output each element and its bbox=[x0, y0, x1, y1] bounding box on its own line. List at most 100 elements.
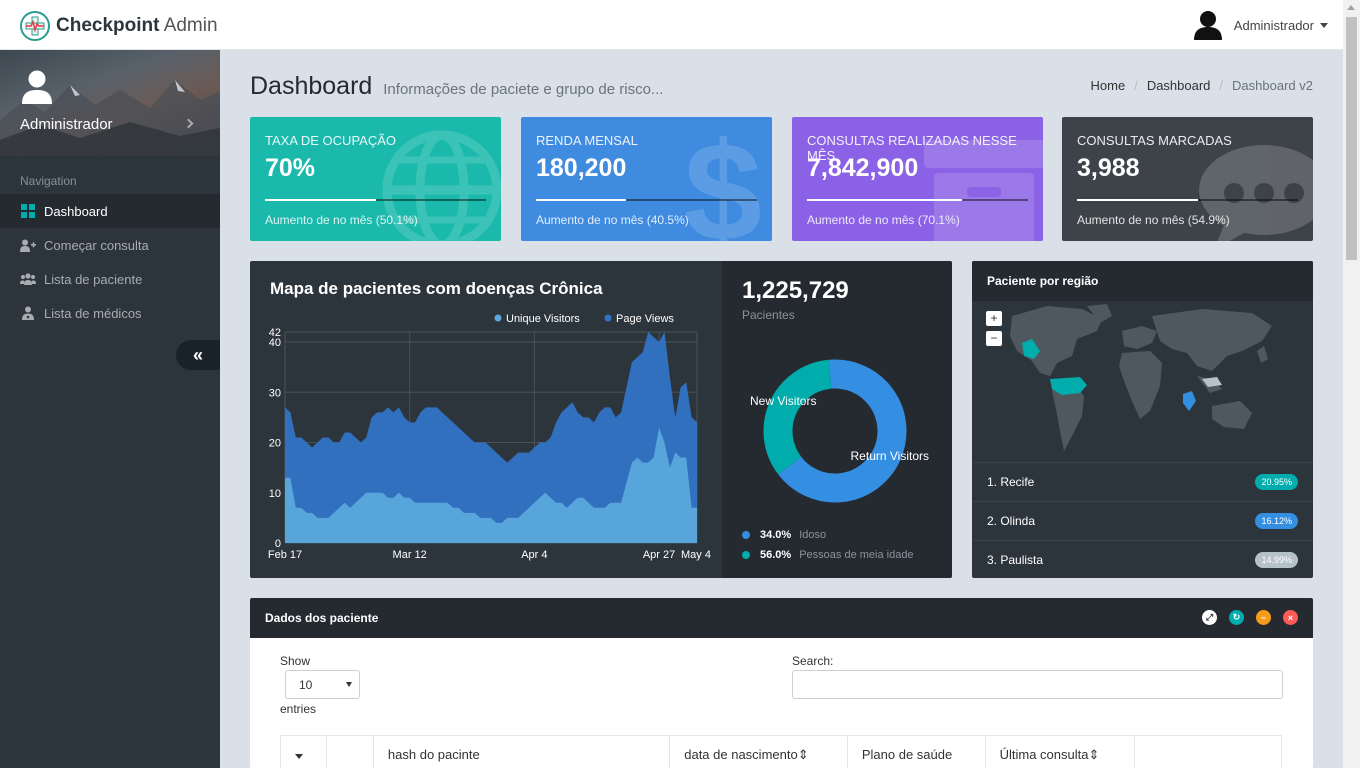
region-row[interactable]: 3. Paulista 14.99% bbox=[972, 540, 1313, 578]
widget-progress bbox=[265, 199, 486, 201]
region-panel: Paciente por região + − 1. Recife 20.95% bbox=[972, 261, 1313, 578]
zoom-in-button[interactable]: + bbox=[986, 311, 1002, 326]
close-icon[interactable]: × bbox=[1283, 610, 1298, 625]
heartbeat-logo-icon bbox=[20, 11, 50, 41]
sidebar: Administrador Navigation Dashboard Começ… bbox=[0, 50, 220, 768]
users-icon bbox=[20, 272, 36, 286]
column-header-nascimento[interactable]: data de nascimento⇕ bbox=[670, 736, 848, 768]
region-badge: 20.95% bbox=[1255, 474, 1298, 490]
patients-total: 1,225,729 bbox=[742, 277, 849, 304]
user-name: Administrador bbox=[1233, 17, 1314, 33]
column-header-blank[interactable] bbox=[327, 736, 374, 768]
profile-avatar-icon bbox=[22, 70, 52, 104]
sidebar-item-label: Começar consulta bbox=[44, 237, 149, 253]
y-tick-label: 20 bbox=[269, 438, 281, 450]
stat-widget-consultas: CONSULTAS REALIZADAS NESSE MÊS 7,842,900… bbox=[792, 117, 1043, 241]
breadcrumb-dashboard[interactable]: Dashboard bbox=[1147, 78, 1211, 93]
widget-value: 70% bbox=[265, 154, 316, 182]
sort-icon: ⇕ bbox=[1088, 747, 1100, 762]
widget-label: RENDA MENSAL bbox=[536, 133, 638, 148]
x-tick-label: Apr 27 bbox=[643, 549, 675, 561]
legend-pct: 34.0% bbox=[760, 529, 792, 541]
donut-label: New Visitors bbox=[750, 394, 816, 408]
legend-meia-idade: 56.0% Pessoas de meia idade bbox=[742, 549, 914, 561]
doctor-icon bbox=[20, 306, 36, 320]
brand[interactable]: Checkpoint Admin bbox=[20, 11, 218, 41]
widget-desc: Aumento de no mês (70.1%) bbox=[807, 213, 960, 227]
widget-value: 180,200 bbox=[536, 154, 627, 182]
page-title: Dashboard Informações de paciete e grupo… bbox=[250, 72, 663, 101]
legend-label: Idoso bbox=[799, 529, 827, 541]
table-panel-header: Dados dos paciente ⤢ ↻ − × bbox=[250, 598, 1313, 638]
region-name: 3. Paulista bbox=[987, 553, 1044, 567]
nav-header: Navigation bbox=[20, 174, 77, 188]
sidebar-item-lista-medicos[interactable]: Lista de médicos bbox=[0, 296, 220, 330]
region-row[interactable]: 2. Olinda 16.12% bbox=[972, 501, 1313, 540]
region-badge: 16.12% bbox=[1255, 513, 1298, 529]
collapse-icon[interactable]: − bbox=[1256, 610, 1271, 625]
sidebar-item-label: Lista de médicos bbox=[44, 305, 142, 321]
stat-widget-marcadas: CONSULTAS MARCADAS 3,988 Aumento de no m… bbox=[1062, 117, 1313, 241]
scroll-thumb[interactable] bbox=[1346, 17, 1357, 260]
column-header-plano[interactable]: Plano de saúde bbox=[848, 736, 986, 768]
sidebar-item-label: Lista de paciente bbox=[44, 271, 143, 287]
entries-label: entries bbox=[280, 702, 317, 716]
breadcrumb-home[interactable]: Home bbox=[1091, 78, 1126, 93]
column-header-actions[interactable] bbox=[1135, 736, 1281, 768]
region-badge: 14.99% bbox=[1255, 552, 1298, 568]
donut-slice-new-visitors bbox=[763, 359, 832, 475]
world-map[interactable]: + − bbox=[972, 301, 1313, 462]
x-tick-label: Apr 4 bbox=[521, 549, 547, 561]
y-tick-label: 10 bbox=[269, 488, 281, 500]
column-header-expand[interactable] bbox=[281, 736, 327, 768]
legend-label: Pessoas de meia idade bbox=[799, 549, 914, 561]
region-name: 2. Olinda bbox=[987, 514, 1036, 528]
sidebar-item-dashboard[interactable]: Dashboard bbox=[0, 194, 220, 228]
profile-name: Administrador bbox=[20, 116, 113, 133]
widget-label: CONSULTAS MARCADAS bbox=[1077, 133, 1232, 148]
region-panel-title: Paciente por região bbox=[972, 261, 1313, 301]
search-label: Search: bbox=[792, 654, 834, 668]
legend-unique-visitors-dot bbox=[494, 314, 502, 322]
zoom-out-button[interactable]: − bbox=[986, 331, 1002, 346]
user-plus-icon bbox=[20, 238, 36, 252]
panel-tools: ⤢ ↻ − × bbox=[1190, 610, 1298, 625]
page-title-text: Dashboard bbox=[250, 72, 373, 100]
column-label: Última consulta bbox=[999, 747, 1089, 762]
column-header-hash[interactable]: hash do pacinte bbox=[374, 736, 671, 768]
caret-down-icon bbox=[1320, 22, 1328, 28]
expand-icon[interactable]: ⤢ bbox=[1202, 610, 1217, 625]
sidebar-item-comecar-consulta[interactable]: Começar consulta bbox=[0, 228, 220, 262]
region-row[interactable]: 1. Recife 20.95% bbox=[972, 462, 1313, 501]
region-name: 1. Recife bbox=[987, 475, 1035, 489]
show-label: Show bbox=[280, 654, 311, 668]
stat-widget-ocupacao: TAXA DE OCUPAÇÃO 70% Aumento de no mês (… bbox=[250, 117, 501, 241]
column-label: data de nascimento bbox=[684, 747, 798, 762]
brand-suffix: Admin bbox=[163, 15, 218, 36]
scroll-up-icon[interactable] bbox=[1347, 5, 1355, 10]
page-subtitle: Informações de paciete e grupo de risco.… bbox=[383, 81, 664, 98]
breadcrumb: Home / Dashboard / Dashboard v2 bbox=[1090, 78, 1314, 93]
sort-icon: ⇕ bbox=[797, 747, 809, 762]
page-scrollbar[interactable] bbox=[1343, 0, 1360, 768]
column-header-ultima-consulta[interactable]: Última consulta⇕ bbox=[986, 736, 1136, 768]
widget-desc: Aumento de no mês (40.5%) bbox=[536, 213, 689, 227]
stat-widget-renda: $ RENDA MENSAL 180,200 Aumento de no mês… bbox=[521, 117, 772, 241]
patients-label: Pacientes bbox=[742, 308, 795, 322]
x-tick-label: Mar 12 bbox=[393, 549, 427, 561]
search-input[interactable] bbox=[792, 670, 1283, 699]
sidebar-profile[interactable]: Administrador bbox=[0, 50, 220, 156]
world-map-shapes bbox=[1010, 304, 1272, 451]
page-size-select[interactable]: 10 bbox=[285, 670, 360, 699]
widget-progress bbox=[807, 199, 1028, 201]
breadcrumb-current: Dashboard v2 bbox=[1232, 78, 1313, 93]
dashboard-grid-icon bbox=[20, 204, 36, 218]
legend-page-views-dot bbox=[604, 314, 612, 322]
user-dropdown[interactable]: Administrador bbox=[1193, 10, 1328, 40]
widget-desc: Aumento de no mês (50.1%) bbox=[265, 213, 418, 227]
sidebar-item-lista-paciente[interactable]: Lista de paciente bbox=[0, 262, 220, 296]
page-size-value: 10 bbox=[299, 678, 313, 692]
brand-name: Checkpoint bbox=[56, 15, 160, 36]
sidebar-minify-button[interactable]: « bbox=[176, 340, 220, 370]
reload-icon[interactable]: ↻ bbox=[1229, 610, 1244, 625]
